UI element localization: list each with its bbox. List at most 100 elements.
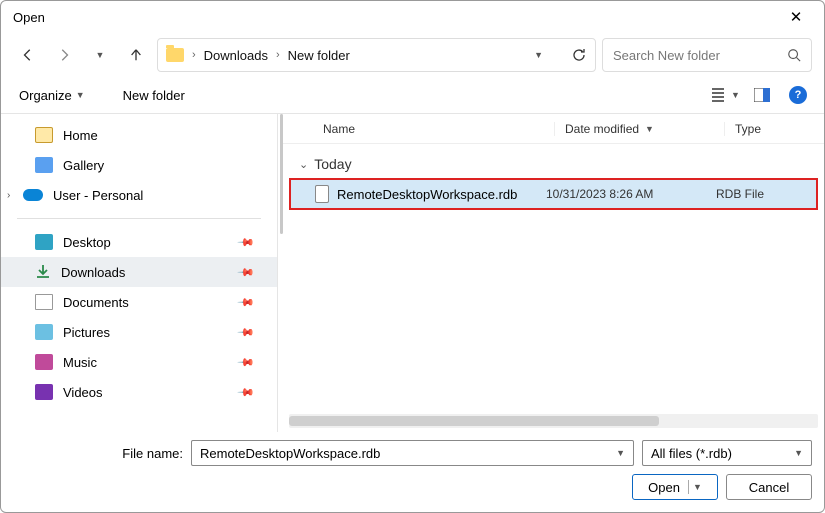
chevron-down-icon: ⌄ [299,158,308,171]
button-row: Open ▼ Cancel [13,474,812,500]
highlighted-file: RemoteDesktopWorkspace.rdb 10/31/2023 8:… [289,178,818,210]
dialog-body: Home Gallery › User - Personal Desktop 📌… [1,113,824,432]
close-button[interactable]: ✕ [776,8,816,26]
breadcrumb-downloads[interactable]: Downloads [204,48,268,63]
chevron-down-icon[interactable]: ▼ [616,448,625,458]
dialog-footer: File name: RemoteDesktopWorkspace.rdb ▼ … [1,432,824,512]
desktop-icon [35,234,53,250]
sidebar-item-label: User - Personal [53,188,143,203]
documents-icon [35,294,53,310]
pin-icon: 📌 [237,293,256,312]
filename-value: RemoteDesktopWorkspace.rdb [200,446,380,461]
window-title: Open [9,10,776,25]
folder-icon [166,48,184,62]
toolbar: Organize ▼ New folder ▼ ? [1,77,824,113]
address-bar[interactable]: › Downloads › New folder ▼ [157,38,596,72]
back-button[interactable] [13,40,43,70]
home-icon [35,127,53,143]
chevron-down-icon: ▼ [76,90,85,100]
column-type[interactable]: Type [724,122,824,136]
sidebar-item-label: Videos [63,385,103,400]
filename-row: File name: RemoteDesktopWorkspace.rdb ▼ … [13,440,812,466]
group-label: Today [314,156,351,172]
up-button[interactable] [121,40,151,70]
view-menu[interactable]: ▼ [712,81,740,109]
search-icon [787,48,801,62]
search-placeholder: Search New folder [613,48,779,63]
new-folder-button[interactable]: New folder [117,84,191,107]
downloads-icon [35,264,51,280]
pin-icon: 📌 [237,323,256,342]
horizontal-scrollbar[interactable] [289,414,818,428]
chevron-down-icon[interactable]: ▼ [693,482,702,492]
column-headers: Name Date modified ▼ Type [283,114,824,144]
sidebar-item-label: Pictures [63,325,110,340]
filetype-value: All files (*.rdb) [651,446,732,461]
breadcrumb-sep-icon: › [276,49,280,61]
sidebar-item-home[interactable]: Home [1,120,277,150]
file-date: 10/31/2023 8:26 AM [546,187,716,201]
help-button[interactable]: ? [784,81,812,109]
refresh-icon[interactable] [571,47,587,63]
open-button[interactable]: Open ▼ [632,474,718,500]
filename-label: File name: [13,446,183,461]
recent-dropdown[interactable]: ▼ [85,40,115,70]
filetype-select[interactable]: All files (*.rdb) ▼ [642,440,812,466]
arrow-left-icon [21,48,35,62]
sidebar-item-label: Home [63,128,98,143]
chevron-down-icon: ▼ [794,448,803,458]
sidebar-item-downloads[interactable]: Downloads 📌 [1,257,277,287]
column-date[interactable]: Date modified ▼ [554,122,724,136]
arrow-up-icon [129,48,143,62]
chevron-down-icon[interactable]: ▼ [534,50,543,60]
open-dialog: Open ✕ ▼ › Downloads › New folder ▼ Sear… [0,0,825,513]
pin-icon: 📌 [237,353,256,372]
help-icon: ? [789,86,807,104]
pictures-icon [35,324,53,340]
breadcrumb-newfolder[interactable]: New folder [288,48,350,63]
gallery-icon [35,157,53,173]
sidebar-item-videos[interactable]: Videos 📌 [1,377,277,407]
sidebar-item-label: Desktop [63,235,111,250]
cancel-button[interactable]: Cancel [726,474,812,500]
expand-icon[interactable]: › [7,190,10,201]
new-folder-label: New folder [123,88,185,103]
sidebar-item-label: Music [63,355,97,370]
column-name[interactable]: Name [323,122,554,136]
file-name: RemoteDesktopWorkspace.rdb [337,187,546,202]
sidebar-item-pictures[interactable]: Pictures 📌 [1,317,277,347]
search-box[interactable]: Search New folder [602,38,812,72]
nav-row: ▼ › Downloads › New folder ▼ Search New … [1,33,824,77]
breadcrumb-sep-icon: › [192,49,196,61]
sidebar: Home Gallery › User - Personal Desktop 📌… [1,114,277,432]
file-icon [315,185,329,203]
arrow-right-icon [57,48,71,62]
sort-desc-icon: ▼ [645,124,654,134]
pin-icon: 📌 [237,383,256,402]
preview-pane-button[interactable] [748,81,776,109]
sidebar-item-music[interactable]: Music 📌 [1,347,277,377]
file-type: RDB File [716,187,816,201]
file-row[interactable]: RemoteDesktopWorkspace.rdb 10/31/2023 8:… [291,180,816,208]
chevron-down-icon: ▼ [96,50,105,60]
videos-icon [35,384,53,400]
file-pane: Name Date modified ▼ Type ⌄ Today Remote… [283,114,824,432]
sidebar-item-label: Gallery [63,158,104,173]
splitter[interactable] [277,114,283,432]
group-header-today[interactable]: ⌄ Today [283,144,824,178]
sidebar-item-label: Documents [63,295,129,310]
list-icon [712,88,728,102]
filename-input[interactable]: RemoteDesktopWorkspace.rdb ▼ [191,440,634,466]
chevron-down-icon: ▼ [731,90,740,100]
organize-label: Organize [19,88,72,103]
pin-icon: 📌 [237,233,256,252]
sidebar-item-user[interactable]: › User - Personal [1,180,277,210]
pin-icon: 📌 [237,263,256,282]
sidebar-item-gallery[interactable]: Gallery [1,150,277,180]
forward-button[interactable] [49,40,79,70]
sidebar-item-desktop[interactable]: Desktop 📌 [1,227,277,257]
music-icon [35,354,53,370]
preview-pane-icon [754,88,770,102]
organize-menu[interactable]: Organize ▼ [13,84,91,107]
sidebar-item-documents[interactable]: Documents 📌 [1,287,277,317]
